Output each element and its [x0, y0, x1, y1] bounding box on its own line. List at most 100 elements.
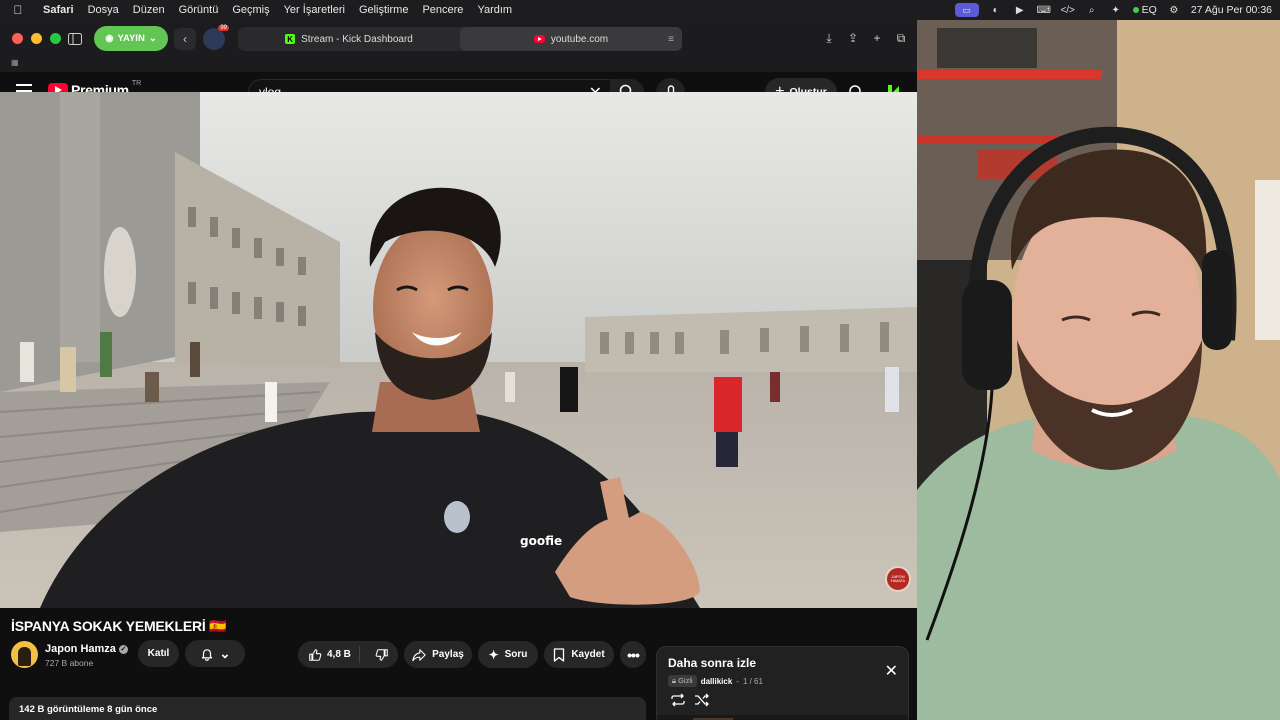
subscriber-count: 727 B abone	[45, 658, 94, 668]
favorites-grid-icon[interactable]: ▦	[11, 58, 19, 67]
like-button[interactable]: 4,8 B	[298, 646, 360, 663]
eq-status-dot	[1132, 7, 1139, 13]
menubar-clock[interactable]: 27 Ağu Per 00:36	[1191, 4, 1272, 16]
ask-label: Soru	[504, 649, 528, 660]
description-box[interactable]: 142 B görüntüleme 8 gün önce	[9, 697, 646, 720]
lock-icon: 🔒︎	[672, 676, 676, 685]
verified-check-icon: ✓	[118, 645, 128, 654]
logo-region: TR	[131, 79, 142, 87]
broadcast-icon: ◉	[105, 33, 114, 44]
menu-dosya[interactable]: Dosya	[81, 4, 126, 16]
ask-button[interactable]: ✦ Soru	[478, 641, 538, 668]
chevron-left-icon: ‹	[183, 32, 187, 46]
tab-group-button[interactable]: 99	[203, 25, 229, 50]
tab-overview-icon[interactable]: ⧉	[893, 28, 909, 48]
more-dots-icon: •••	[627, 646, 640, 663]
eq-status[interactable]: EQ	[1132, 4, 1157, 16]
toolbar-right-actions: ⤓ ⇪ + ⧉	[821, 28, 909, 48]
webcam-feed	[917, 20, 1280, 720]
bookmark-icon	[554, 647, 565, 662]
like-count: 4,8 B	[327, 649, 351, 660]
channel-name[interactable]: Japon Hamza ✓	[45, 643, 128, 655]
menu-gelistirme[interactable]: Geliştirme	[352, 4, 416, 16]
bell-icon	[201, 648, 212, 661]
channel-name-text: Japon Hamza	[45, 643, 116, 655]
menu-yer-isaretleri[interactable]: Yer İşaretleri	[277, 4, 352, 16]
tab-youtube[interactable]: youtube.com ≡	[460, 27, 682, 51]
playlist-position: 1 / 61	[742, 676, 763, 686]
privacy-label: Gizli	[678, 676, 693, 685]
menu-pencere[interactable]: Pencere	[415, 4, 470, 16]
share-button[interactable]: Paylaş	[404, 641, 472, 668]
menu-yardim[interactable]: Yardım	[470, 4, 519, 16]
playlist-separator: -	[736, 676, 739, 686]
video-player[interactable]: JAPON HAMZA goofie	[0, 92, 917, 608]
channel-watermark-logo[interactable]: JAPON HAMZA	[885, 566, 911, 592]
join-button[interactable]: Katıl	[138, 640, 179, 667]
menu-gecmis[interactable]: Geçmiş	[225, 4, 276, 16]
join-label: Katıl	[147, 648, 170, 659]
tab-kick-dashboard[interactable]: K Stream - Kick Dashboard	[238, 27, 460, 51]
page-menu-icon[interactable]: ≡	[668, 34, 674, 45]
tab-label: youtube.com	[550, 33, 609, 45]
subscription-bell-button[interactable]: ⌄	[185, 640, 245, 667]
share-label: Paylaş	[432, 649, 464, 660]
eq-label: EQ	[1141, 4, 1157, 16]
tab-bar: K Stream - Kick Dashboard youtube.com ≡	[238, 27, 682, 51]
tab-label: Stream - Kick Dashboard	[301, 33, 413, 45]
thumbs-down-icon	[375, 648, 388, 661]
menu-duzen[interactable]: Düzen	[126, 4, 172, 16]
sidebar-toggle-icon[interactable]	[64, 28, 86, 50]
keyboard-icon[interactable]: ⌨	[1036, 4, 1050, 16]
downloads-icon[interactable]: ⤓	[821, 28, 837, 48]
menu-goruntu[interactable]: Görüntü	[172, 4, 226, 16]
playlist-owner[interactable]: dallikick	[701, 677, 733, 686]
channel-avatar[interactable]	[11, 641, 38, 668]
bookmarks-bar: ▦	[0, 58, 917, 72]
apple-menu-icon[interactable]: 	[0, 3, 36, 17]
window-controls	[12, 33, 61, 44]
watermark-text: JAPON HAMZA	[891, 574, 905, 583]
save-label: Kaydet	[571, 649, 605, 660]
like-dislike-group: 4,8 B	[298, 641, 398, 668]
share-arrow-icon	[412, 648, 426, 661]
playlist-meta: 🔒︎ Gizli dallikick - 1 / 61	[668, 675, 763, 687]
more-actions-button[interactable]: •••	[620, 641, 646, 668]
shirt-text: goofie	[520, 534, 563, 548]
save-button[interactable]: Kaydet	[544, 641, 614, 668]
thumbs-up-icon	[309, 648, 322, 661]
close-playlist-icon[interactable]: ✕	[885, 661, 898, 681]
loop-playlist-icon[interactable]	[670, 693, 686, 707]
video-frame	[0, 92, 917, 608]
safari-toolbar: ◉ YAYIN ⌄ ‹ 99 K Stream - Kick Dashboard…	[0, 20, 917, 58]
shuffle-playlist-icon[interactable]	[694, 693, 710, 707]
stream-live-label: YAYIN	[117, 33, 145, 44]
chevron-down-icon: ⌄	[219, 645, 231, 661]
close-window-button[interactable]	[12, 33, 23, 44]
macos-menu-bar:  Safari Dosya Düzen Görüntü Geçmiş Yer …	[0, 0, 1280, 20]
minimize-window-button[interactable]	[31, 33, 42, 44]
playlist-title[interactable]: Daha sonra izle	[668, 656, 756, 670]
code-icon[interactable]: </>	[1060, 4, 1074, 16]
menubar-status-area: ▭ ◐ ▶ ⌨ </> ⌕ ✦ EQ ⚙ 27 Ağu Per 00:36	[954, 0, 1272, 20]
zoom-window-button[interactable]	[50, 33, 61, 44]
scanner-icon[interactable]: ◐	[989, 4, 1003, 16]
control-center-icon[interactable]: ⚙	[1167, 4, 1181, 16]
spotlight-search-icon[interactable]: ⌕	[1085, 4, 1099, 16]
video-title: İSPANYA SOKAK YEMEKLERİ 🇪🇸	[11, 618, 227, 634]
sparkle-icon[interactable]: ✦	[1109, 4, 1123, 16]
view-count-and-date: 142 B görüntüleme 8 gün önce	[19, 704, 158, 715]
play-circle-icon[interactable]: ▶	[1013, 4, 1027, 16]
dislike-button[interactable]	[366, 648, 398, 662]
youtube-icon	[533, 35, 545, 43]
private-badge: 🔒︎ Gizli	[668, 675, 697, 687]
stream-live-button[interactable]: ◉ YAYIN ⌄	[94, 26, 168, 51]
share-icon[interactable]: ⇪	[845, 28, 861, 48]
sparkle-icon: ✦	[488, 647, 499, 662]
back-button[interactable]: ‹	[174, 28, 196, 50]
new-tab-icon[interactable]: +	[869, 28, 885, 48]
screen-record-icon[interactable]: ▭	[954, 3, 979, 17]
menu-app-name[interactable]: Safari	[36, 4, 81, 16]
chevron-down-icon: ⌄	[148, 33, 157, 44]
kick-icon: K	[285, 34, 296, 44]
